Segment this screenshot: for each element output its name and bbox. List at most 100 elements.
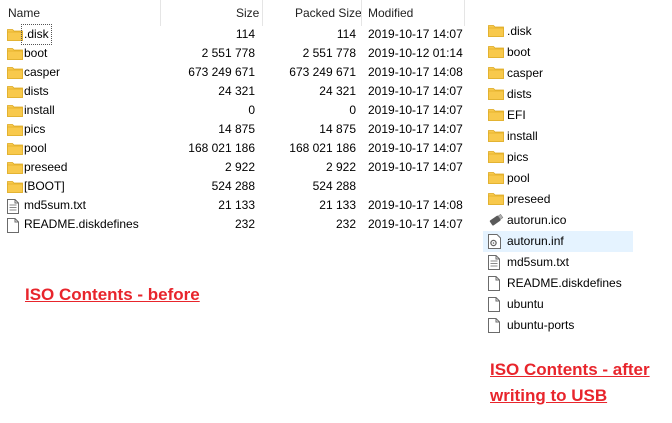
- folder-icon: [488, 108, 504, 124]
- column-header-packed-size[interactable]: Packed Size: [295, 0, 362, 22]
- list-item[interactable]: .disk: [483, 21, 633, 42]
- folder-icon: [7, 142, 23, 158]
- folder-icon: [488, 129, 504, 145]
- folder-icon: [7, 161, 23, 177]
- caption-before: ISO Contents - before: [25, 285, 200, 304]
- text-file-icon: [488, 255, 500, 273]
- file-modified: 2019-10-17 14:07: [368, 103, 463, 117]
- item-name: preseed: [507, 192, 551, 206]
- folder-icon: [7, 47, 23, 63]
- file-size: 24 321: [218, 84, 255, 98]
- file-name: dists: [24, 84, 49, 98]
- table-row[interactable]: pool 168 021 186 168 021 186 2019-10-17 14:…: [0, 139, 465, 158]
- table-row[interactable]: .disk 114 114 2019-10-17 14:07: [0, 24, 465, 45]
- table-row[interactable]: [BOOT] 524 288 524 288: [0, 177, 465, 196]
- folder-icon: [7, 66, 23, 82]
- list-item[interactable]: autorun.ico: [483, 210, 633, 231]
- item-name: boot: [507, 45, 531, 59]
- item-name: EFI: [507, 108, 526, 122]
- item-name: autorun.ico: [507, 213, 567, 227]
- file-name: md5sum.txt: [24, 198, 87, 212]
- folder-icon: [7, 123, 23, 139]
- list-item[interactable]: ubuntu-ports: [483, 315, 633, 336]
- list-item[interactable]: ubuntu: [483, 294, 633, 315]
- list-item[interactable]: dists: [483, 84, 633, 105]
- file-modified: 2019-10-17 14:08: [368, 198, 463, 212]
- list-item[interactable]: preseed: [483, 189, 633, 210]
- folder-icon: [7, 180, 23, 196]
- table-row[interactable]: md5sum.txt 21 133 21 133 2019-10-17 14:08: [0, 196, 465, 215]
- file-modified: 2019-10-17 14:07: [368, 27, 463, 41]
- list-item[interactable]: README.diskdefines: [483, 273, 633, 294]
- folder-icon: [7, 28, 23, 44]
- folder-icon: [488, 171, 504, 187]
- file-modified: 2019-10-17 14:07: [368, 141, 463, 155]
- archive-file-list: Name Size Packed Size Modified .disk 114 1…: [0, 0, 465, 304]
- item-name: ubuntu: [507, 297, 544, 311]
- folder-icon: [488, 150, 504, 166]
- file-name: preseed: [24, 160, 68, 174]
- column-header-size[interactable]: Size: [236, 0, 259, 22]
- column-divider[interactable]: [262, 0, 263, 26]
- column-divider[interactable]: [464, 0, 465, 26]
- file-modified: 2019-10-12 01:14: [368, 46, 463, 60]
- file-packed-size: 0: [349, 103, 356, 117]
- file-icon: [7, 218, 19, 236]
- table-row[interactable]: boot 2 551 778 2 551 778 2019-10-12 01:14: [0, 44, 465, 63]
- file-size: 21 133: [218, 198, 255, 212]
- usb-drive-icon: [488, 213, 504, 230]
- item-name: casper: [507, 66, 544, 80]
- file-modified: 2019-10-17 14:07: [368, 160, 463, 174]
- file-packed-size: 168 021 186: [289, 141, 356, 155]
- item-name: pool: [507, 171, 530, 185]
- file-name: boot: [24, 46, 48, 60]
- table-row[interactable]: dists 24 321 24 321 2019-10-17 14:07: [0, 82, 465, 101]
- file-modified: 2019-10-17 14:07: [368, 217, 463, 231]
- column-header-row: Name Size Packed Size Modified: [0, 0, 465, 26]
- file-size: 232: [234, 217, 255, 231]
- file-name: install: [24, 103, 55, 117]
- item-name: ubuntu-ports: [507, 318, 575, 332]
- file-modified: 2019-10-17 14:08: [368, 65, 463, 79]
- file-name: [BOOT]: [24, 179, 65, 193]
- table-row[interactable]: install 0 0 2019-10-17 14:07: [0, 101, 465, 120]
- file-size: 14 875: [218, 122, 255, 136]
- file-packed-size: 14 875: [319, 122, 356, 136]
- item-name: dists: [507, 87, 532, 101]
- item-name: md5sum.txt: [507, 255, 570, 269]
- item-name: autorun.inf: [507, 234, 564, 248]
- file-packed-size: 2 551 778: [302, 46, 356, 60]
- item-name: pics: [507, 150, 529, 164]
- column-header-name[interactable]: Name: [8, 0, 40, 22]
- list-item[interactable]: autorun.inf: [483, 231, 633, 252]
- file-size: 2 922: [224, 160, 255, 174]
- list-item[interactable]: EFI: [483, 105, 633, 126]
- usb-drive-file-list: .disk boot casper dists EFI install pics pool pr…: [480, 0, 672, 340]
- list-item[interactable]: boot: [483, 42, 633, 63]
- table-row[interactable]: casper 673 249 671 673 249 671 2019-10-17 1…: [0, 63, 465, 82]
- file-size: 673 249 671: [188, 65, 255, 79]
- table-row[interactable]: pics 14 875 14 875 2019-10-17 14:07: [0, 120, 465, 139]
- column-header-modified[interactable]: Modified: [368, 0, 413, 22]
- file-name: casper: [24, 65, 61, 79]
- folder-icon: [488, 24, 504, 40]
- file-name: README.diskdefines: [24, 217, 139, 231]
- folder-icon: [7, 85, 23, 101]
- file-packed-size: 673 249 671: [289, 65, 356, 79]
- file-modified: 2019-10-17 14:07: [368, 122, 463, 136]
- column-divider[interactable]: [160, 0, 161, 26]
- list-item[interactable]: casper: [483, 63, 633, 84]
- list-item[interactable]: pool: [483, 168, 633, 189]
- column-divider[interactable]: [361, 0, 362, 26]
- file-packed-size: 524 288: [312, 179, 356, 193]
- list-item[interactable]: pics: [483, 147, 633, 168]
- caption-after-line2: writing to USB: [490, 386, 608, 405]
- file-size: 0: [248, 103, 255, 117]
- file-packed-size: 21 133: [319, 198, 356, 212]
- caption-after-line1: ISO Contents - after: [490, 360, 650, 379]
- table-row[interactable]: preseed 2 922 2 922 2019-10-17 14:07: [0, 158, 465, 177]
- list-item[interactable]: install: [483, 126, 633, 147]
- list-item[interactable]: md5sum.txt: [483, 252, 633, 273]
- file-size: 524 288: [211, 179, 255, 193]
- table-row[interactable]: README.diskdefines 232 232 2019-10-17 14:07: [0, 215, 465, 234]
